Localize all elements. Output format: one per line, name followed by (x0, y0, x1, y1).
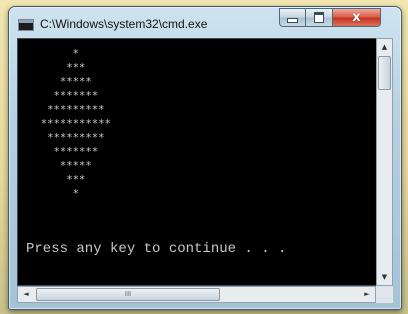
maximize-button[interactable] (306, 8, 333, 27)
horizontal-scroll-thumb[interactable]: III (36, 288, 220, 301)
continue-prompt: Press any key to continue . . . (26, 241, 287, 257)
star-pattern-output: * *** ***** ******* ********* **********… (40, 48, 111, 200)
scroll-left-arrow-icon[interactable]: ◄ (18, 287, 34, 302)
console-output[interactable]: * *** ***** ******* ********* **********… (17, 38, 377, 286)
console-app-icon[interactable] (18, 19, 34, 31)
vertical-scroll-thumb[interactable] (378, 56, 391, 90)
window-title: C:\Windows\system32\cmd.exe (40, 17, 208, 31)
resize-grip[interactable] (376, 286, 393, 303)
title-bar[interactable]: C:\Windows\system32\cmd.exe x (9, 7, 401, 37)
scroll-right-arrow-icon[interactable]: ► (359, 287, 375, 302)
horizontal-scrollbar[interactable]: ◄ III ► (17, 286, 376, 303)
vertical-scrollbar[interactable]: ▲ ▼ (376, 38, 393, 286)
minimize-icon (287, 18, 298, 23)
scroll-up-arrow-icon[interactable]: ▲ (377, 39, 392, 55)
minimize-button[interactable] (279, 8, 306, 27)
cmd-window: C:\Windows\system32\cmd.exe x * *** ****… (8, 6, 402, 310)
close-icon: x (352, 10, 361, 25)
close-button[interactable]: x (333, 8, 381, 27)
scroll-down-arrow-icon[interactable]: ▼ (377, 269, 392, 285)
maximize-icon (314, 12, 324, 23)
